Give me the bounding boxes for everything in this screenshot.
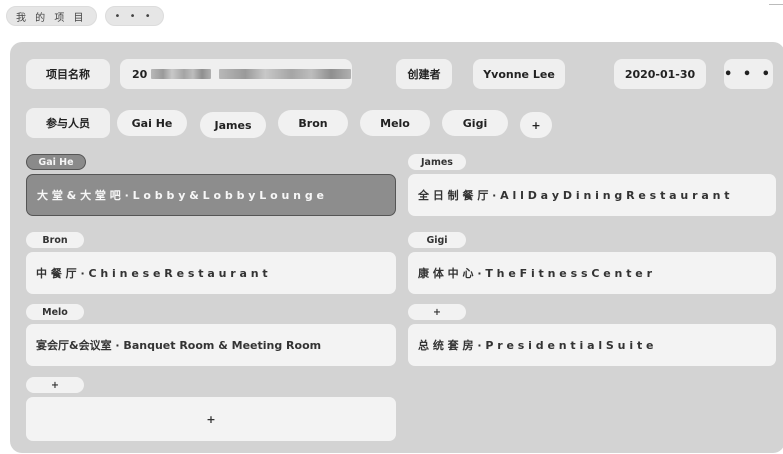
area-title: 大 堂 & 大 堂 吧 · L o b b y & L o b b y L o … bbox=[37, 189, 324, 202]
area-assignee-tag[interactable]: Melo bbox=[26, 304, 84, 320]
participant-chip[interactable]: Bron bbox=[278, 110, 348, 136]
area-card-all-day-dining[interactable]: 全 日 制 餐 厅 · A l l D a y D i n i n g R e … bbox=[408, 174, 776, 216]
area-assignee-tag[interactable]: Gai He bbox=[26, 154, 86, 170]
area-assignee-tag[interactable]: Bron bbox=[26, 232, 84, 248]
add-area-button[interactable]: + bbox=[26, 397, 396, 441]
project-panel: 项目名称 20 创建者 Yvonne Lee 2020-01-30 • • • … bbox=[10, 42, 783, 453]
top-more-button[interactable]: • • • bbox=[104, 6, 164, 26]
project-more-button[interactable]: • • • bbox=[724, 59, 773, 89]
participants-label: 参与人员 bbox=[26, 108, 110, 138]
project-date[interactable]: 2020-01-30 bbox=[614, 59, 706, 89]
participant-chip[interactable]: Gai He bbox=[117, 110, 187, 136]
area-title: 全 日 制 餐 厅 · A l l D a y D i n i n g R e … bbox=[418, 189, 730, 202]
area-card-presidential-suite[interactable]: 总 统 套 房 · P r e s i d e n t i a l S u i … bbox=[408, 324, 776, 366]
area-card-banquet-room[interactable]: 宴会厅&会议室 · Banquet Room & Meeting Room bbox=[26, 324, 396, 366]
add-area-label: + bbox=[206, 412, 216, 426]
area-card-fitness-center[interactable]: 康 体 中 心 · T h e F i t n e s s C e n t e … bbox=[408, 252, 776, 294]
participant-chip[interactable]: Gigi bbox=[442, 110, 508, 136]
area-title: 康 体 中 心 · T h e F i t n e s s C e n t e … bbox=[418, 267, 653, 280]
project-name-label: 项目名称 bbox=[26, 59, 110, 89]
area-title: 宴会厅&会议室 · Banquet Room & Meeting Room bbox=[36, 339, 322, 352]
add-participant-button[interactable]: + bbox=[520, 112, 552, 138]
participant-chip[interactable]: Melo bbox=[360, 110, 430, 136]
add-assignee-button[interactable]: + bbox=[26, 377, 84, 393]
area-card-chinese-restaurant[interactable]: 中 餐 厅 · C h i n e s e R e s t a u r a n … bbox=[26, 252, 396, 294]
add-assignee-button[interactable]: + bbox=[408, 304, 466, 320]
area-assignee-tag[interactable]: Gigi bbox=[408, 232, 466, 248]
project-name-field[interactable]: 20 bbox=[120, 59, 352, 89]
participant-chip[interactable]: James bbox=[200, 112, 266, 138]
area-card-lobby[interactable]: 大 堂 & 大 堂 吧 · L o b b y & L o b b y L o … bbox=[26, 174, 396, 216]
my-projects-tab[interactable]: 我 的 项 目 bbox=[6, 6, 97, 26]
area-title: 总 统 套 房 · P r e s i d e n t i a l S u i … bbox=[418, 339, 654, 352]
project-name-value: 20 bbox=[132, 67, 148, 81]
area-title: 中 餐 厅 · C h i n e s e R e s t a u r a n … bbox=[36, 267, 268, 280]
redacted-text bbox=[219, 69, 352, 79]
creator-value[interactable]: Yvonne Lee bbox=[473, 59, 565, 89]
area-assignee-tag[interactable]: James bbox=[408, 154, 466, 170]
divider bbox=[769, 4, 783, 5]
creator-label: 创建者 bbox=[396, 59, 452, 89]
redacted-text bbox=[151, 69, 212, 79]
top-bar: 我 的 项 目 • • • bbox=[6, 6, 164, 26]
